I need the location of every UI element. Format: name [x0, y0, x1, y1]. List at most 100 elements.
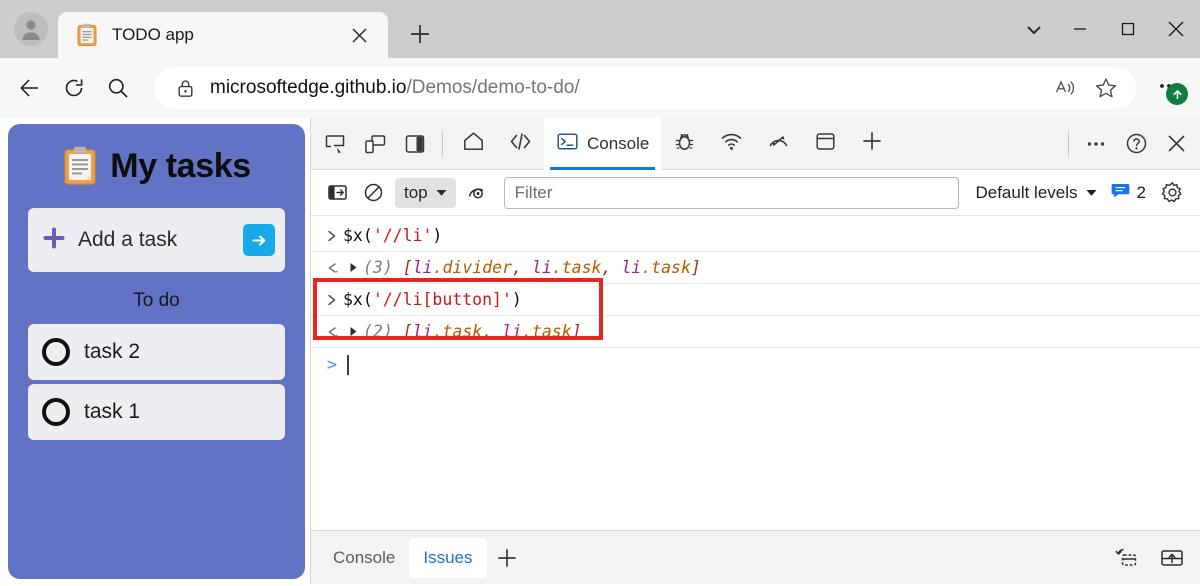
back-button[interactable]: [8, 66, 52, 110]
devtools-tabbar: Console: [311, 117, 1200, 170]
inspect-element-icon[interactable]: [315, 122, 355, 166]
console-sidebar-icon[interactable]: [319, 175, 355, 211]
clear-console-icon[interactable]: [355, 175, 391, 211]
tab-close-icon[interactable]: [344, 20, 374, 50]
devtools-help-question-icon[interactable]: [1116, 122, 1156, 166]
console-log-levels-label: Default levels: [975, 182, 1078, 202]
task-list-item[interactable]: task 2: [28, 324, 285, 380]
window-close-button[interactable]: [1152, 0, 1200, 58]
search-icon[interactable]: [96, 66, 140, 110]
command-string: '//li[button]': [372, 290, 512, 309]
drawer-tab-issues[interactable]: Issues: [409, 537, 487, 578]
command-prefix: $x(: [343, 290, 373, 309]
devtools-close-icon[interactable]: [1156, 122, 1196, 166]
drawer-add-tab-button[interactable]: [487, 538, 527, 578]
todo-app: My tasks Add a task To do task 2 task 1: [8, 124, 305, 579]
add-task-input[interactable]: Add a task: [28, 208, 285, 272]
console-message-count-value: 2: [1136, 182, 1146, 202]
command-suffix: ): [511, 290, 522, 309]
window-maximize-button[interactable]: [1104, 0, 1152, 58]
address-bar[interactable]: microsoftedge.github.io/Demos/demo-to-do…: [154, 67, 1136, 109]
browser-tab-todo-app[interactable]: TODO app: [58, 12, 388, 58]
webpage-viewport: My tasks Add a task To do task 2 task 1: [0, 118, 310, 584]
add-task-submit-button[interactable]: [243, 224, 275, 256]
dock-to-top-icon[interactable]: [1152, 538, 1192, 578]
result-open-bracket: [: [402, 258, 413, 277]
tab-search-chevron-down-icon[interactable]: [1012, 8, 1056, 52]
read-aloud-icon[interactable]: [1046, 68, 1086, 108]
result-item-class: .task: [641, 258, 691, 277]
reload-button[interactable]: [52, 66, 96, 110]
add-task-placeholder: Add a task: [78, 228, 178, 251]
devtools-settings-gear-icon[interactable]: [1152, 173, 1192, 213]
console-result-text: (3) [li.divider, li.task, li.task]: [363, 258, 701, 277]
devtools-tab-application[interactable]: [802, 118, 849, 170]
console-command-entry-highlighted[interactable]: $x('//li[button]'): [311, 284, 1200, 316]
console-context-selector[interactable]: top: [395, 177, 456, 208]
console-log-levels-selector[interactable]: Default levels: [967, 183, 1104, 203]
chevron-down-icon: [436, 184, 447, 202]
live-expression-eye-icon[interactable]: [460, 175, 496, 211]
command-prefix: $x(: [343, 226, 373, 245]
console-terminal-icon: [556, 130, 579, 158]
console-result-entry[interactable]: (3) [li.divider, li.task, li.task]: [311, 252, 1200, 284]
chevron-right-icon: [321, 294, 343, 306]
circle-unchecked-icon[interactable]: [42, 338, 70, 366]
devtools-tab-network[interactable]: [708, 118, 755, 170]
console-filter-bar: top Filter Default levels 2: [311, 170, 1200, 216]
chevron-right-icon: [321, 230, 343, 242]
devtools-more-ellipsis-icon[interactable]: [1076, 122, 1116, 166]
lock-icon: [172, 78, 198, 99]
window-minimize-button[interactable]: [1056, 0, 1104, 58]
circle-unchecked-icon[interactable]: [42, 398, 70, 426]
restore-drawer-icon[interactable]: [1106, 538, 1146, 578]
console-command-text: $x('//li'): [343, 226, 442, 245]
panel-layout-icon[interactable]: [395, 122, 435, 166]
result-item-class: .task: [551, 258, 602, 277]
console-output[interactable]: $x('//li') (3) [li.divider, li.task, li.…: [311, 216, 1200, 530]
drawer-tab-label: Issues: [423, 547, 473, 567]
devtools-tab-elements[interactable]: [497, 118, 544, 170]
result-count: (3): [363, 258, 393, 277]
task-list-item[interactable]: task 1: [28, 384, 285, 440]
console-command-entry[interactable]: $x('//li'): [311, 220, 1200, 252]
devtools-tab-performance[interactable]: [755, 118, 802, 170]
console-filter-placeholder: Filter: [514, 182, 553, 202]
devtools-tab-welcome[interactable]: [450, 118, 497, 170]
command-string: '//li': [372, 226, 433, 245]
devtools-tab-label: Console: [587, 133, 650, 153]
return-arrow-icon: [321, 262, 343, 274]
todo-app-title: My tasks: [110, 146, 251, 185]
performance-gauge-icon: [767, 130, 790, 158]
disclosure-triangle-right-icon[interactable]: [343, 326, 363, 337]
drawer-tab-console[interactable]: Console: [319, 538, 409, 578]
clipboard-icon: [76, 23, 98, 47]
drawer-right-controls: [1106, 538, 1192, 578]
drawer-tab-label: Console: [333, 547, 396, 567]
command-suffix: ): [432, 226, 443, 245]
console-filter-input[interactable]: Filter: [503, 176, 960, 209]
devtools-tab-debugger[interactable]: [661, 118, 708, 170]
return-arrow-icon: [321, 326, 343, 338]
home-icon: [462, 130, 485, 158]
browser-settings-ellipsis-icon[interactable]: [1146, 65, 1192, 111]
device-emulation-icon[interactable]: [355, 122, 395, 166]
new-tab-button[interactable]: [398, 12, 442, 56]
todo-app-header: My tasks: [28, 146, 285, 186]
disclosure-triangle-right-icon[interactable]: [343, 262, 363, 273]
console-prompt[interactable]: >: [311, 348, 1200, 382]
window-controls: [1056, 0, 1200, 58]
console-message-count[interactable]: 2: [1105, 182, 1152, 204]
devtools-add-tab-button[interactable]: [849, 118, 895, 170]
devtools-tab-console[interactable]: Console: [544, 117, 662, 170]
network-wifi-icon: [720, 130, 743, 158]
profile-avatar-icon[interactable]: [14, 12, 48, 46]
todo-task-list: task 2 task 1: [28, 324, 285, 440]
console-command-text: $x('//li[button]'): [343, 290, 522, 309]
result-item-tag: li: [412, 258, 433, 277]
result-item-tag: li: [412, 322, 433, 341]
clipboard-icon: [62, 146, 98, 186]
prompt-chevron-right-icon: >: [326, 355, 338, 375]
favorite-star-icon[interactable]: [1086, 68, 1126, 108]
console-result-entry-highlighted[interactable]: (2) [li.task, li.task]: [311, 316, 1200, 348]
